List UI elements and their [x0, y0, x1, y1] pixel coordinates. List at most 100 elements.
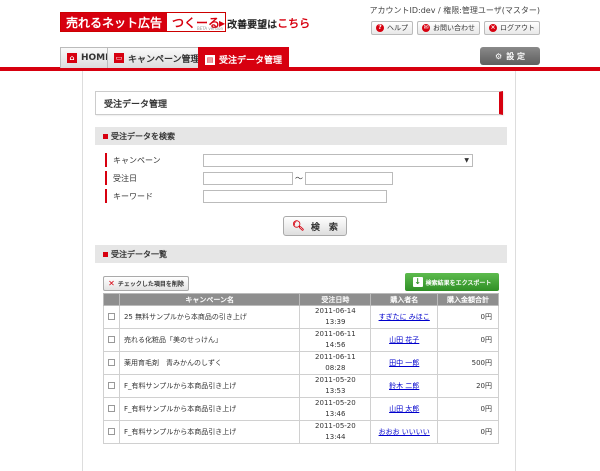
- row-date: 2011-06-11: [315, 330, 356, 338]
- row-order-date: 2011-05-20 13:44: [299, 420, 372, 444]
- table-row: F_有料サンプルから本商品引き上げ 2011-05-20 13:44 おおお いいいい…: [103, 420, 499, 444]
- row-checkbox[interactable]: [107, 404, 115, 412]
- tab-campaign-label: キャンペーン管理: [128, 54, 200, 65]
- row-time: 13:46: [325, 410, 346, 418]
- row-time: 13:39: [325, 318, 346, 326]
- row-checkbox-cell: [103, 374, 120, 398]
- row-campaign: F_有料サンプルから本商品引き上げ: [118, 397, 301, 421]
- row-campaign: 25 無料サンプルから本商品の引き上げ: [118, 305, 301, 329]
- account-info: アカウントID:dev / 権限:管理ユーザ(マスター): [369, 6, 540, 15]
- row-date: 2011-05-20: [315, 376, 356, 384]
- row-order-date: 2011-06-11 14:56: [299, 328, 372, 352]
- row-amount: 0円: [437, 420, 499, 444]
- row-date: 2011-06-11: [315, 353, 356, 361]
- table-row: 25 無料サンプルから本商品の引き上げ 2011-06-14 13:39 すぎたに み…: [103, 305, 499, 329]
- row-checkbox-cell: [103, 420, 120, 444]
- improvement-request-link[interactable]: ▶ 改善要望は こちら: [219, 15, 310, 31]
- row-time: 13:53: [325, 387, 346, 395]
- help-icon: ?: [376, 24, 384, 32]
- row-time: 13:44: [325, 433, 346, 441]
- logout-button[interactable]: × ログアウト: [484, 21, 540, 35]
- order-date-from-input[interactable]: [203, 171, 293, 185]
- tab-orders-label: 受注データ管理: [219, 56, 283, 66]
- row-buyer-cell: おおお いいいい: [370, 420, 439, 444]
- row-amount: 0円: [437, 328, 499, 352]
- row-amount: 500円: [437, 351, 499, 375]
- improvement-here[interactable]: こちら: [277, 15, 310, 31]
- help-button[interactable]: ? ヘルプ: [371, 21, 413, 35]
- row-amount: 20円: [437, 374, 499, 398]
- orders-table: キャンペーン名 受注日時 購入者名 購入金額合計 25 無料サンプルから本商品の…: [103, 293, 499, 444]
- row-order-date: 2011-06-14 13:39: [299, 305, 372, 329]
- row-campaign: 薬用育毛剤 青みかんのしずく: [118, 351, 301, 375]
- keyword-input[interactable]: [203, 189, 387, 203]
- keyword-label: キーワード: [105, 189, 203, 203]
- row-buyer-link[interactable]: すぎたに みほこ: [379, 313, 430, 321]
- logo-sub-text: つくーる BETA version: [167, 13, 226, 31]
- row-campaign: 売れる化粧品「美のせっけん」: [118, 328, 301, 352]
- campaign-icon: ▭: [114, 53, 124, 63]
- search-button[interactable]: 🔍︎ 検 索: [283, 216, 347, 236]
- row-buyer-cell: 田中 一郎: [370, 351, 439, 375]
- row-date: 2011-06-14: [315, 307, 356, 315]
- row-buyer-cell: 鈴木 二郎: [370, 374, 439, 398]
- campaign-label: キャンペーン: [105, 153, 203, 167]
- bullet-square-icon: [103, 251, 108, 257]
- row-campaign: F_有料サンプルから本商品引き上げ: [118, 420, 301, 444]
- row-buyer-cell: 山田 花子: [370, 328, 439, 352]
- row-time: 08:28: [325, 364, 346, 372]
- home-icon: ⌂: [67, 53, 77, 63]
- header-campaign[interactable]: キャンペーン名: [118, 293, 301, 306]
- row-checkbox[interactable]: [107, 427, 115, 435]
- header-amount[interactable]: 購入金額合計: [437, 293, 499, 306]
- row-buyer-link[interactable]: 山田 太郎: [389, 405, 419, 413]
- order-date-to-input[interactable]: [305, 171, 393, 185]
- row-checkbox[interactable]: [107, 335, 115, 343]
- row-amount: 0円: [437, 397, 499, 421]
- row-buyer-link[interactable]: 鈴木 二郎: [389, 382, 419, 390]
- bullet-square-icon: [103, 133, 108, 139]
- delete-checked-button[interactable]: ✕ チェックした項目を削除: [103, 276, 189, 291]
- header-buttons: ? ヘルプ ✉ お問い合わせ × ログアウト: [371, 21, 540, 35]
- chevron-down-icon: ▼: [464, 156, 469, 164]
- export-button[interactable]: ↓ 検索結果をエクスポート: [405, 273, 499, 291]
- mail-icon: ✉: [422, 24, 430, 32]
- row-checkbox[interactable]: [107, 381, 115, 389]
- campaign-field-row: キャンペーン ▼: [105, 152, 505, 168]
- gear-icon: ⚙: [495, 51, 503, 61]
- campaign-select[interactable]: ▼: [203, 153, 473, 167]
- search-icon: 🔍︎: [292, 220, 305, 232]
- export-label: 検索結果をエクスポート: [425, 279, 492, 287]
- help-label: ヘルプ: [387, 24, 408, 32]
- row-checkbox[interactable]: [107, 312, 115, 320]
- row-buyer-link[interactable]: 山田 花子: [389, 336, 419, 344]
- contact-button[interactable]: ✉ お問い合わせ: [417, 21, 480, 35]
- close-icon: ✕: [108, 279, 115, 288]
- search-button-label: 検 索: [310, 222, 338, 233]
- order-date-label: 受注日: [105, 171, 203, 185]
- row-checkbox-cell: [103, 351, 120, 375]
- row-time: 14:56: [325, 341, 346, 349]
- row-amount: 0円: [437, 305, 499, 329]
- table-row: F_有料サンプルから本商品引き上げ 2011-05-20 13:46 山田 太郎 0円: [103, 397, 499, 421]
- row-checkbox[interactable]: [107, 358, 115, 366]
- row-date: 2011-05-20: [315, 422, 356, 430]
- row-buyer-link[interactable]: おおお いいいい: [379, 428, 430, 436]
- tab-campaign[interactable]: ▭ キャンペーン管理: [107, 47, 207, 68]
- tab-orders[interactable]: ▤ 受注データ管理: [198, 47, 290, 71]
- page-title: 受注データ管理: [95, 91, 503, 115]
- header-order-date[interactable]: 受注日時: [299, 293, 372, 306]
- improvement-prefix: 改善要望は: [227, 19, 278, 31]
- logo[interactable]: 売れるネット広告 つくーる BETA version: [60, 12, 227, 32]
- row-checkbox-cell: [103, 328, 120, 352]
- row-order-date: 2011-06-11 08:28: [299, 351, 372, 375]
- header-buyer[interactable]: 購入者名: [370, 293, 439, 306]
- settings-button[interactable]: ⚙ 設 定: [480, 47, 540, 65]
- row-campaign: F_有料サンプルから本商品引き上げ: [118, 374, 301, 398]
- main-content: 受注データ管理 受注データを検索 キャンペーン ▼ 受注日 ～ キーワード 🔍︎…: [82, 71, 516, 471]
- row-buyer-link[interactable]: 田中 一郎: [389, 359, 419, 367]
- date-separator: ～: [295, 173, 303, 183]
- list-section-title: 受注データ一覧: [111, 249, 167, 259]
- logo-main-text: 売れるネット広告: [61, 13, 168, 31]
- table-row: 薬用育毛剤 青みかんのしずく 2011-06-11 08:28 田中 一郎 500円: [103, 351, 499, 375]
